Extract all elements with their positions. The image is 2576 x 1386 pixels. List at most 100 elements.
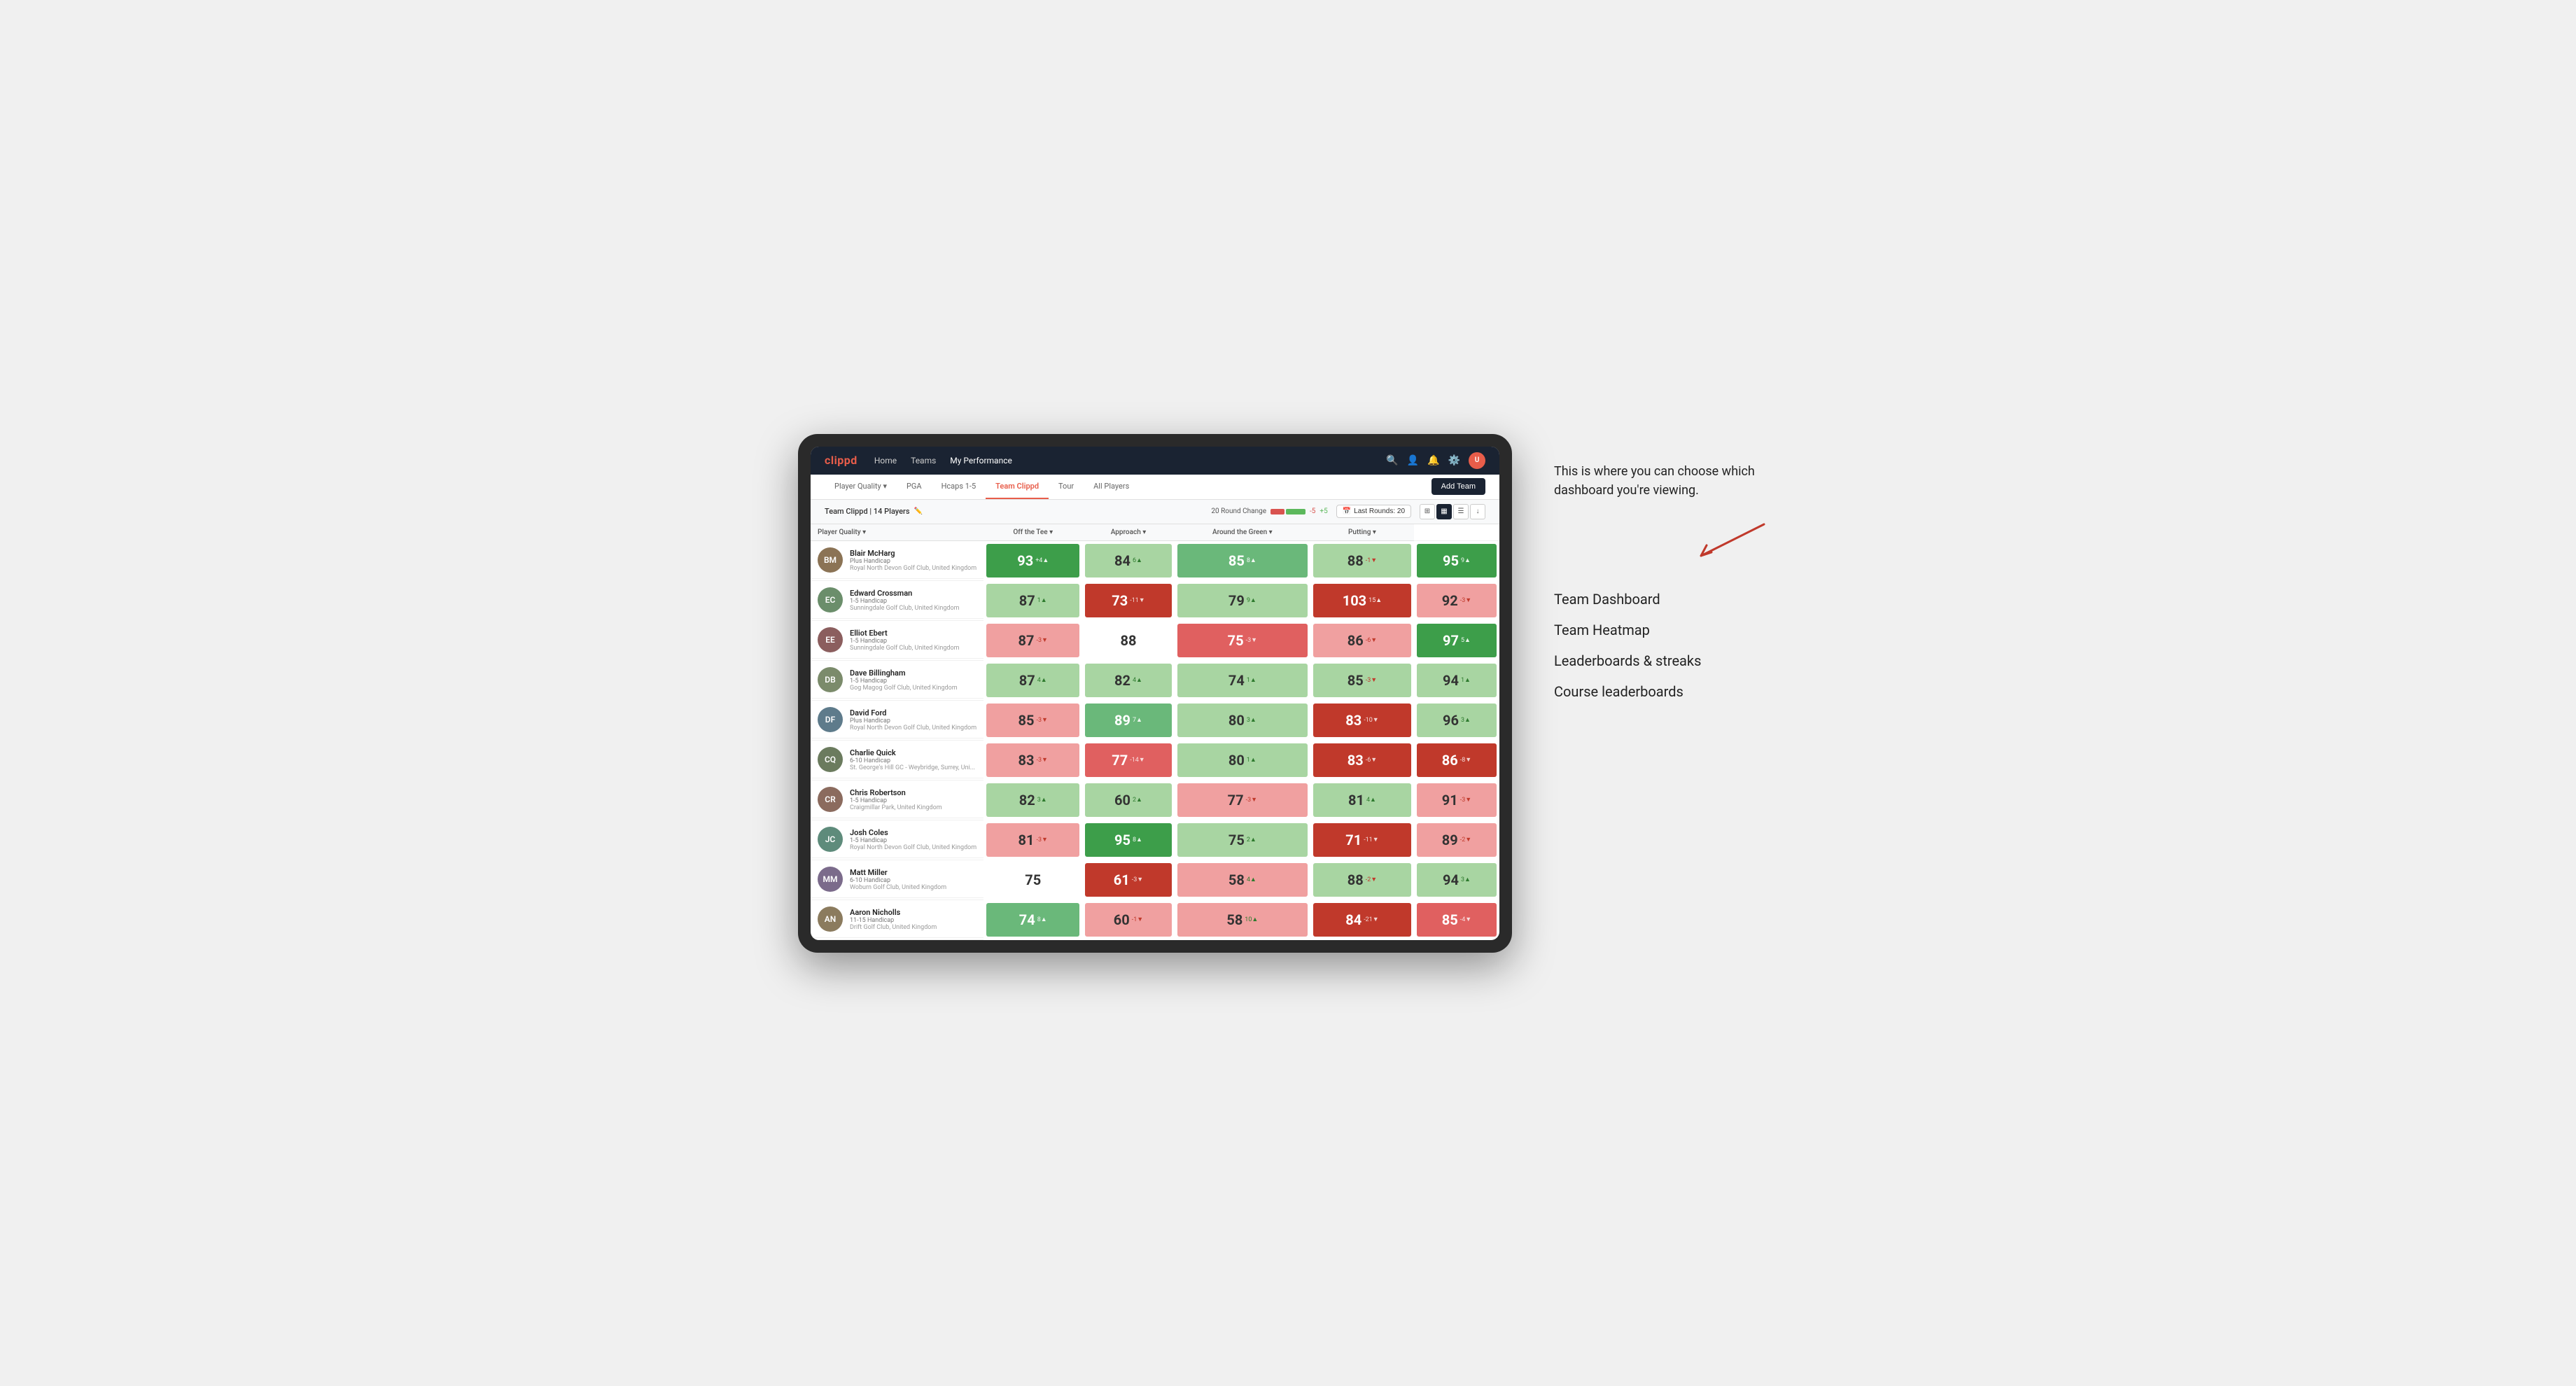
score-change: -3▼	[1037, 636, 1048, 644]
nav-links: Home Teams My Performance	[874, 456, 1369, 465]
edit-icon[interactable]: ✏️	[914, 507, 923, 515]
score-change: 1▲	[1247, 756, 1256, 764]
col-header-player[interactable]: Player Quality ▾	[811, 524, 983, 541]
heatmap-view-button[interactable]: ▦	[1436, 504, 1452, 519]
score-change: 4▲	[1366, 796, 1376, 804]
search-icon[interactable]: 🔍	[1386, 455, 1398, 466]
page-wrapper: clippd Home Teams My Performance 🔍 👤 🔔 ⚙…	[798, 434, 1778, 953]
player-cell[interactable]: DF David Ford Plus Handicap Royal North …	[811, 700, 983, 740]
score-box: 88 -1▼	[1313, 544, 1411, 578]
score-box: 77 -3▼	[1177, 783, 1308, 817]
col-header-putting[interactable]: Putting ▾	[1310, 524, 1414, 541]
avatar[interactable]: U	[1469, 452, 1485, 469]
nav-bar: clippd Home Teams My Performance 🔍 👤 🔔 ⚙…	[811, 447, 1499, 475]
score-box: 94 1▲	[1417, 664, 1497, 697]
nav-my-performance[interactable]: My Performance	[950, 456, 1012, 465]
score-box: 93 +4▲	[986, 544, 1079, 578]
score-box: 88	[1085, 624, 1171, 657]
score-cell-putting: 86 -6▼	[1310, 620, 1414, 660]
player-cell[interactable]: CQ Charlie Quick 6-10 Handicap St. Georg…	[811, 740, 983, 780]
score-value: 86	[1348, 632, 1364, 649]
player-cell[interactable]: CR Chris Robertson 1-5 Handicap Craigmil…	[811, 780, 983, 820]
col-header-approach[interactable]: Approach ▾	[1082, 524, 1174, 541]
score-value: 81	[1348, 792, 1364, 808]
player-handicap: 6-10 Handicap	[850, 877, 976, 884]
player-cell[interactable]: BM Blair McHarg Plus Handicap Royal Nort…	[811, 540, 983, 580]
score-change: -11▼	[1130, 596, 1145, 604]
score-value: 75	[1228, 632, 1244, 649]
col-header-around-green[interactable]: Around the Green ▾	[1175, 524, 1310, 541]
avatar: CR	[818, 787, 843, 812]
score-change: 1▲	[1037, 596, 1047, 604]
score-value: 89	[1114, 712, 1130, 729]
score-box: 60 2▲	[1085, 783, 1171, 817]
player-handicap: Plus Handicap	[850, 718, 976, 724]
add-team-button[interactable]: Add Team	[1432, 478, 1485, 495]
dashboard-options: Team Dashboard Team Heatmap Leaderboards…	[1554, 591, 1778, 700]
player-cell[interactable]: MM Matt Miller 6-10 Handicap Woburn Golf…	[811, 860, 983, 899]
score-cell-around-green: 80 1▲	[1175, 740, 1310, 780]
sub-nav-tour[interactable]: Tour	[1049, 475, 1084, 499]
score-cell-approach: 95 8▲	[1082, 820, 1174, 860]
score-cell-putting: 84 -21▼	[1310, 899, 1414, 939]
score-box: 58 10▲	[1177, 903, 1308, 937]
option-course-leaderboards: Course leaderboards	[1554, 683, 1778, 700]
player-club: Sunningdale Golf Club, United Kingdom	[850, 645, 976, 652]
sub-nav-all-players[interactable]: All Players	[1084, 475, 1139, 499]
player-cell[interactable]: JC Josh Coles 1-5 Handicap Royal North D…	[811, 820, 983, 860]
team-name-label: Team Clippd | 14 Players	[825, 507, 910, 516]
score-change: -21▼	[1364, 916, 1379, 923]
score-cell-approach: 84 6▲	[1082, 540, 1174, 580]
player-cell[interactable]: AN Aaron Nicholls 11-15 Handicap Drift G…	[811, 899, 983, 939]
sub-nav-pgat[interactable]: Player Quality ▾	[825, 475, 897, 499]
table-row: CQ Charlie Quick 6-10 Handicap St. Georg…	[811, 740, 1499, 780]
sub-nav-pga[interactable]: PGA	[897, 475, 932, 499]
score-cell-putting: 81 4▲	[1310, 780, 1414, 820]
score-value: 92	[1442, 592, 1458, 609]
bell-icon[interactable]: 🔔	[1427, 455, 1439, 466]
player-cell[interactable]: EC Edward Crossman 1-5 Handicap Sunningd…	[811, 580, 983, 620]
nav-actions: 🔍 👤 🔔 ⚙️ U	[1386, 452, 1485, 469]
score-cell-4: 97 5▲	[1414, 620, 1499, 660]
download-button[interactable]: ↓	[1470, 504, 1485, 519]
player-cell[interactable]: DB Dave Billingham 1-5 Handicap Gog Mago…	[811, 660, 983, 700]
list-view-button[interactable]: ☰	[1453, 504, 1469, 519]
player-name: Matt Miller	[850, 868, 976, 877]
arrow-icon	[1694, 521, 1778, 563]
score-change: -3▼	[1460, 796, 1471, 804]
player-cell[interactable]: EE Elliot Ebert 1-5 Handicap Sunningdale…	[811, 620, 983, 660]
score-box: 74 8▲	[986, 903, 1079, 937]
player-info: Chris Robertson 1-5 Handicap Craigmillar…	[850, 788, 976, 811]
settings-icon[interactable]: ⚙️	[1448, 455, 1460, 466]
score-value: 81	[1018, 832, 1035, 848]
score-change: 8▲	[1247, 556, 1256, 564]
sub-nav-hcaps[interactable]: Hcaps 1-5	[932, 475, 986, 499]
player-club: Royal North Devon Golf Club, United King…	[850, 844, 976, 851]
player-name: Chris Robertson	[850, 788, 976, 797]
score-box: 89 -2▼	[1417, 823, 1497, 857]
score-box: 91 -3▼	[1417, 783, 1497, 817]
score-change: -4▼	[1460, 916, 1471, 923]
player-info: Edward Crossman 1-5 Handicap Sunningdale…	[850, 589, 976, 612]
player-name: Elliot Ebert	[850, 629, 976, 638]
score-value: 85	[1348, 672, 1364, 689]
sub-nav-team-clippd[interactable]: Team Clippd	[986, 475, 1049, 499]
change-bar	[1270, 509, 1306, 514]
last-rounds-button[interactable]: 📅 Last Rounds: 20	[1336, 505, 1411, 518]
score-box: 85 -3▼	[986, 704, 1079, 737]
score-change: 3▲	[1037, 796, 1047, 804]
player-name: Blair McHarg	[850, 549, 976, 558]
score-change: 7▲	[1133, 716, 1142, 724]
user-icon[interactable]: 👤	[1407, 455, 1419, 466]
score-value: 82	[1019, 792, 1035, 808]
nav-teams[interactable]: Teams	[911, 456, 936, 465]
nav-home[interactable]: Home	[874, 456, 897, 465]
score-value: 83	[1018, 752, 1035, 769]
score-box: 86 -6▼	[1313, 624, 1411, 657]
grid-view-button[interactable]: ⊞	[1420, 504, 1435, 519]
col-header-tee[interactable]: Off the Tee ▾	[983, 524, 1082, 541]
avatar: CQ	[818, 747, 843, 772]
score-value: 84	[1345, 911, 1362, 928]
score-value: 75	[1025, 872, 1041, 888]
score-change: -3▼	[1246, 636, 1257, 644]
